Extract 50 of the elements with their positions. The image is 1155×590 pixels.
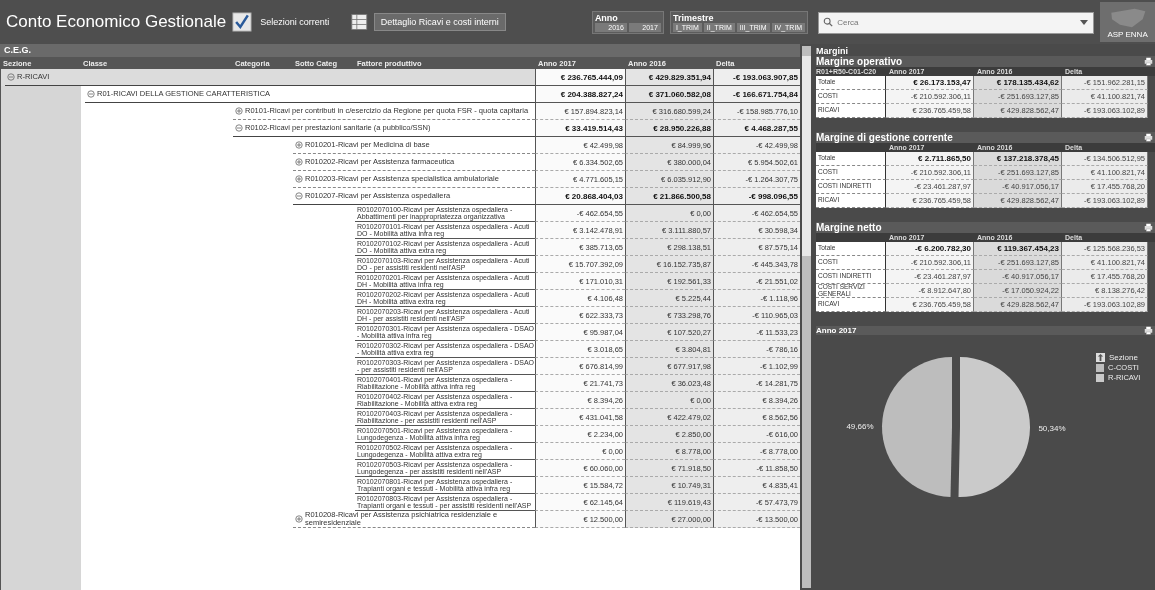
minus-circle-icon[interactable] [235,124,243,132]
logo: ASP ENNA [1100,2,1155,42]
panel-title: Margini [816,46,849,56]
table-cell: € 137.218.378,45 [974,152,1062,166]
table-cell: -€ 166.671.754,84 [713,86,800,103]
table-cell: € 33.419.514,43 [535,120,625,137]
table-cell: € 21.866.500,58 [625,188,713,205]
caret-icon[interactable] [1080,20,1089,25]
table-cell: € 119.367.454,23 [974,242,1062,256]
plus-circle-icon[interactable] [295,158,303,166]
value-label: 50,34% [1038,424,1066,434]
search-field[interactable]: Cerca [818,11,1095,34]
table-cell: € 236.765.444,09 [535,69,625,86]
section-title: Margine operativo [816,56,903,67]
detail-button[interactable]: Dettaglio Ricavi e costi interni [373,13,506,31]
table-cell: -€ 193.063.907,85 [713,69,800,86]
table-cell: € 371.060.582,08 [625,86,713,103]
table-cell: € 204.388.827,24 [535,86,625,103]
sort-icon[interactable] [1096,353,1105,362]
section-title: Margine di gestione corrente [816,132,953,143]
current-selections-button[interactable]: Selezioni correnti [258,15,332,29]
minus-circle-icon[interactable] [87,90,95,98]
chart-title: Anno 2017 [816,326,857,335]
scrollbar-thumb[interactable] [802,56,811,256]
table-cell: € 20.868.404,03 [535,188,625,205]
filter-label: Anno [594,12,619,23]
table-cell: € 26.173.153,47 [886,76,974,90]
checkmark-icon[interactable] [232,10,253,34]
legend-title: Sezione [1109,353,1138,362]
value-label: 49,66% [846,421,874,431]
filter-label: Trimestre [672,12,715,23]
minus-circle-icon[interactable] [295,192,303,200]
table-cell: -€ 6.200.782,30 [886,242,974,256]
plus-circle-icon[interactable] [295,515,303,523]
table-cell: -€ 998.096,55 [713,188,800,205]
plus-circle-icon[interactable] [295,141,303,149]
table-cell: € 4.468.287,55 [713,120,800,137]
plus-circle-icon[interactable] [295,175,303,183]
minus-circle-icon[interactable] [7,73,15,81]
app-title: Conto Economico Gestionale [6,12,227,32]
scrollbar[interactable] [802,46,811,588]
table-cell: € 178.135.434,62 [974,76,1062,90]
section-title: Margine netto [816,222,882,233]
search-icon [823,17,834,27]
table-cell: € 28.950.226,88 [625,120,713,137]
table-icon[interactable] [351,12,368,32]
panel-title: C.E.G. [0,44,800,57]
table-cell: € 429.829.351,94 [625,69,713,86]
table-cell: € 2.711.865,50 [886,152,974,166]
plus-circle-icon[interactable] [235,107,243,115]
